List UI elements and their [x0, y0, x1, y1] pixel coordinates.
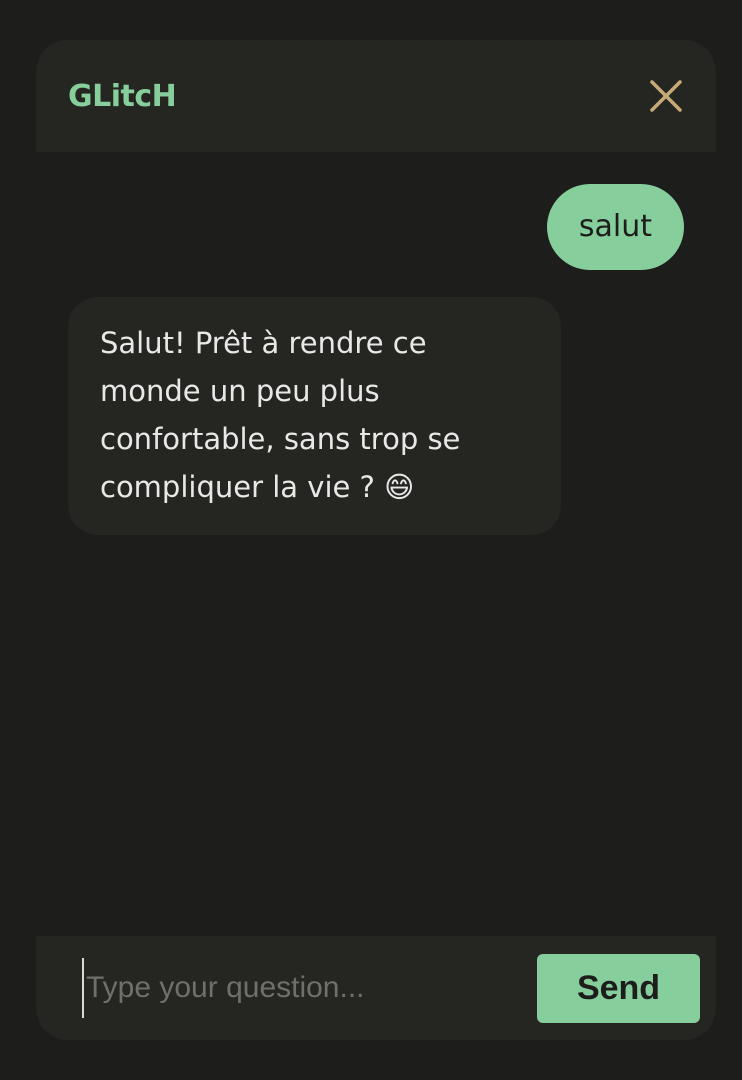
close-button[interactable]	[646, 76, 686, 116]
message-list: salut Salut! Prêt à rendre ce monde un p…	[36, 152, 716, 936]
send-button[interactable]: Send	[537, 953, 700, 1023]
close-icon	[650, 80, 682, 112]
chat-title: GLitcH	[68, 78, 177, 114]
user-message: salut	[546, 184, 684, 270]
question-input[interactable]	[82, 958, 517, 1018]
chat-header: GLitcH	[36, 40, 716, 152]
bot-message: Salut! Prêt à rendre ce monde un peu plu…	[68, 297, 561, 535]
input-bar: Send	[36, 936, 716, 1040]
resize-grip-icon[interactable]	[700, 1024, 714, 1038]
chat-window: GLitcH salut Salut! Prêt à rendre ce mon…	[36, 40, 716, 1040]
